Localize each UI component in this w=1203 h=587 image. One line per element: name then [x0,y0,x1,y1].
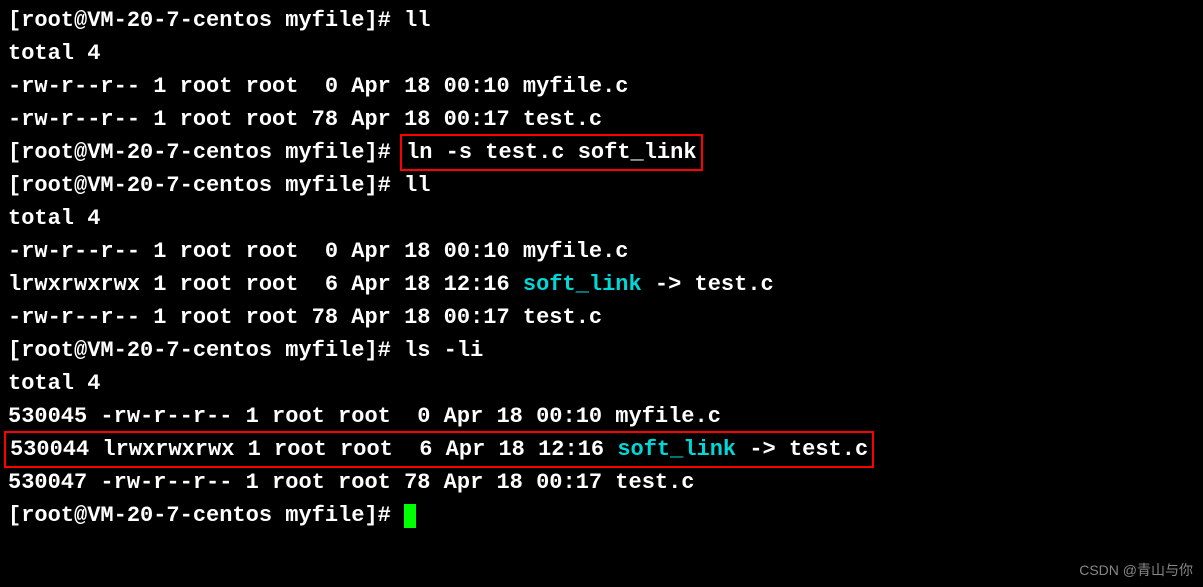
watermark: CSDN @青山与你 [1079,560,1193,581]
file-row: lrwxrwxrwx 1 root root 6 Apr 18 12:16 so… [8,268,1195,301]
file-meta: 530044 lrwxrwxrwx 1 root root 6 Apr 18 1… [10,437,617,462]
prompt: [root@VM-20-7-centos myfile]# [8,140,404,165]
terminal-line: [root@VM-20-7-centos myfile]# ll [8,4,1195,37]
prompt: [root@VM-20-7-centos myfile]# [8,8,404,33]
symlink-target: -> test.c [736,437,868,462]
output-total: total 4 [8,202,1195,235]
output-total: total 4 [8,37,1195,70]
output-total: total 4 [8,367,1195,400]
prompt: [root@VM-20-7-centos myfile]# [8,503,404,528]
file-row: 530044 lrwxrwxrwx 1 root root 6 Apr 18 1… [8,433,1195,466]
file-row: 530047 -rw-r--r-- 1 root root 78 Apr 18 … [8,466,1195,499]
file-row: 530045 -rw-r--r-- 1 root root 0 Apr 18 0… [8,400,1195,433]
file-row: -rw-r--r-- 1 root root 0 Apr 18 00:10 my… [8,235,1195,268]
file-row: -rw-r--r-- 1 root root 78 Apr 18 00:17 t… [8,103,1195,136]
command: ll [404,8,430,33]
prompt: [root@VM-20-7-centos myfile]# [8,338,404,363]
command: ls -li [404,338,483,363]
terminal-line: [root@VM-20-7-centos myfile]# ll [8,169,1195,202]
symlink-target: -> test.c [642,272,774,297]
command: ll [404,173,430,198]
terminal-line: [root@VM-20-7-centos myfile]# ln -s test… [8,136,1195,169]
terminal-line: [root@VM-20-7-centos myfile]# ls -li [8,334,1195,367]
file-row: -rw-r--r-- 1 root root 78 Apr 18 00:17 t… [8,301,1195,334]
symlink-name: soft_link [523,272,642,297]
cursor-icon [404,504,416,528]
terminal-line[interactable]: [root@VM-20-7-centos myfile]# [8,499,1195,532]
symlink-name: soft_link [617,437,736,462]
highlight-box: ln -s test.c soft_link [400,134,702,171]
command: ln -s test.c soft_link [406,140,696,165]
prompt: [root@VM-20-7-centos myfile]# [8,173,404,198]
highlight-box: 530044 lrwxrwxrwx 1 root root 6 Apr 18 1… [4,431,874,468]
file-meta: lrwxrwxrwx 1 root root 6 Apr 18 12:16 [8,272,523,297]
file-row: -rw-r--r-- 1 root root 0 Apr 18 00:10 my… [8,70,1195,103]
